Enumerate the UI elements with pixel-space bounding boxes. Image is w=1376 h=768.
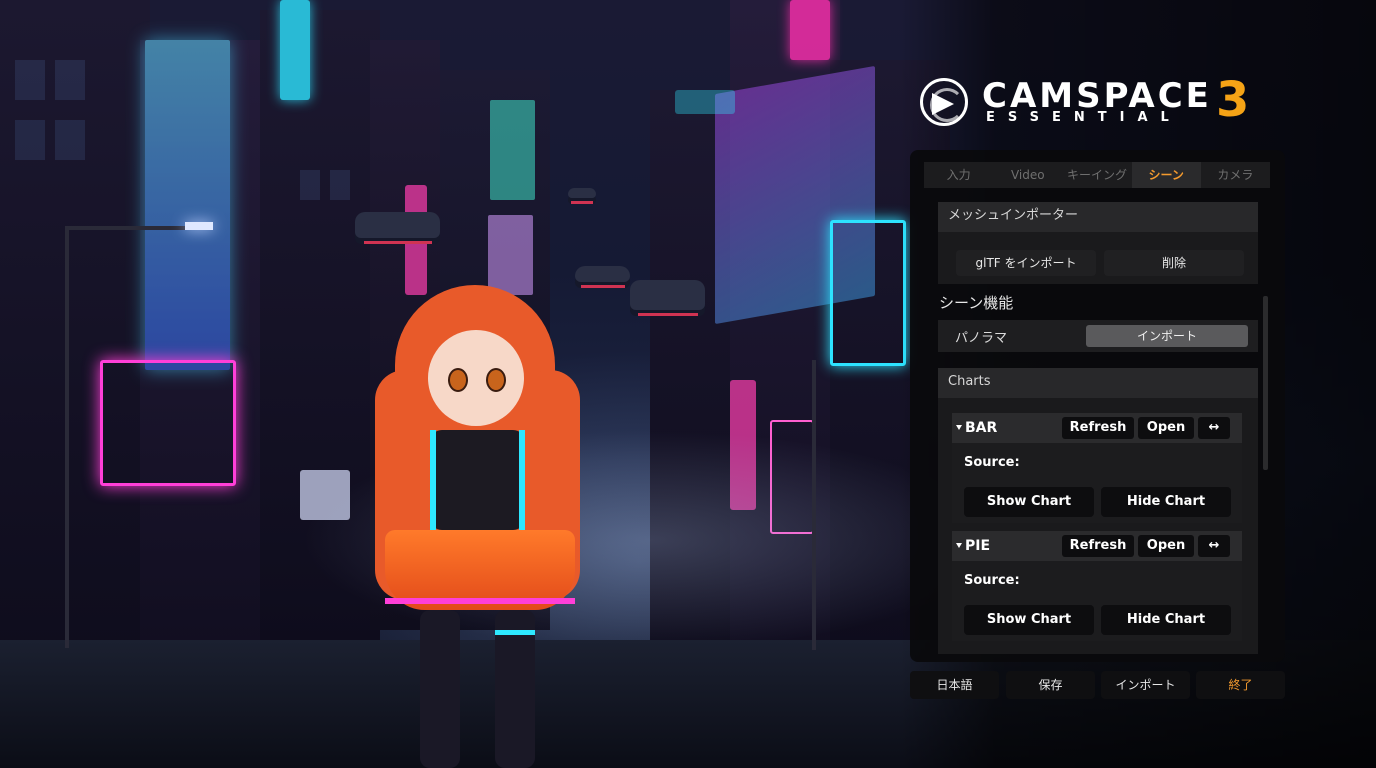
language-button[interactable]: 日本語 [910, 671, 999, 699]
control-panel: 入力 Video キーイング シーン カメラ メッシュインポーター glTF を… [910, 150, 1285, 662]
exit-button[interactable]: 終了 [1196, 671, 1285, 699]
mesh-importer-body: glTF をインポート 削除 [938, 232, 1258, 284]
scene-settings-scroll-area[interactable]: メッシュインポーター glTF をインポート 削除 シーン機能 パノラマ インポ… [924, 192, 1270, 654]
chart-header-pie: PIE Refresh Open ↔ [952, 531, 1242, 561]
collapse-triangle-icon [956, 425, 962, 430]
logo-version: 3 [1216, 72, 1250, 128]
chart-header-bar: BAR Refresh Open ↔ [952, 413, 1242, 443]
scrollbar[interactable] [1263, 296, 1268, 470]
chart-card-pie: PIE Refresh Open ↔ Source: Show Chart Hi… [952, 531, 1242, 641]
show-chart-button[interactable]: Show Chart [964, 605, 1094, 635]
refresh-button[interactable]: Refresh [1062, 535, 1134, 557]
panorama-label: パノラマ [955, 331, 1008, 346]
logo-edition: ESSENTIAL [986, 110, 1182, 125]
delete-mesh-button[interactable]: 削除 [1104, 250, 1244, 276]
charts-title: Charts [948, 374, 991, 389]
open-button[interactable]: Open [1138, 535, 1194, 557]
footer-bar: 日本語 保存 インポート 終了 [910, 671, 1286, 699]
open-button[interactable]: Open [1138, 417, 1194, 439]
panorama-import-button[interactable]: インポート [1086, 325, 1248, 347]
chart-title-pie[interactable]: PIE [956, 531, 990, 561]
camera-aperture-play-icon [920, 78, 968, 126]
collapse-triangle-icon [956, 543, 962, 548]
tab-bar: 入力 Video キーイング シーン カメラ [924, 162, 1271, 188]
source-label: Source: [964, 573, 1020, 588]
refresh-button[interactable]: Refresh [1062, 417, 1134, 439]
tab-scene[interactable]: シーン [1131, 162, 1201, 188]
scene-features-title: シーン機能 [939, 294, 1014, 312]
panorama-row: パノラマ インポート [938, 320, 1258, 352]
hide-chart-button[interactable]: Hide Chart [1101, 605, 1231, 635]
tab-keying[interactable]: キーイング [1062, 162, 1132, 188]
swap-icon[interactable]: ↔ [1198, 417, 1230, 439]
chart-title-bar[interactable]: BAR [956, 413, 997, 443]
show-chart-button[interactable]: Show Chart [964, 487, 1094, 517]
tab-input[interactable]: 入力 [924, 162, 994, 188]
app-logo: CAMSPACE 3 ESSENTIAL [920, 74, 1260, 130]
tab-camera[interactable]: カメラ [1200, 162, 1271, 188]
mesh-importer-title: メッシュインポーター [948, 208, 1079, 223]
chart-card-bar: BAR Refresh Open ↔ Source: Show Chart Hi… [952, 413, 1242, 523]
charts-header: Charts [938, 368, 1258, 398]
logo-brand: CAMSPACE [982, 76, 1212, 116]
source-label: Source: [964, 455, 1020, 470]
tab-video[interactable]: Video [993, 162, 1063, 188]
import-gltf-button[interactable]: glTF をインポート [956, 250, 1096, 276]
save-button[interactable]: 保存 [1006, 671, 1095, 699]
hide-chart-button[interactable]: Hide Chart [1101, 487, 1231, 517]
import-button[interactable]: インポート [1101, 671, 1190, 699]
swap-icon[interactable]: ↔ [1198, 535, 1230, 557]
mesh-importer-header: メッシュインポーター [938, 202, 1258, 232]
